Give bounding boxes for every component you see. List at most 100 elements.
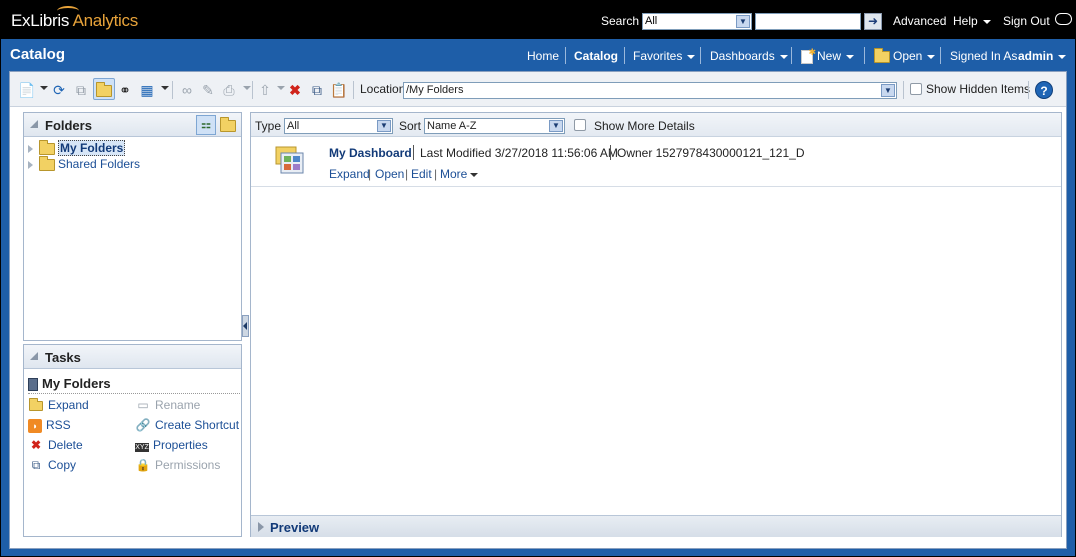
item-last-modified: Last Modified 3/27/2018 11:56:06 AM: [420, 146, 618, 160]
toggle-icon[interactable]: [1055, 13, 1072, 25]
folder-star-icon[interactable]: [220, 116, 236, 132]
task-permissions-label: Permissions: [155, 458, 221, 472]
dashboard-icon[interactable]: [275, 145, 305, 175]
task-properties[interactable]: XYZ Properties: [135, 438, 208, 452]
help-menu[interactable]: Help: [953, 14, 991, 28]
expand-icon[interactable]: [28, 160, 33, 169]
preview-pane-header[interactable]: Preview: [251, 515, 1061, 537]
caret-down-icon: [243, 86, 251, 90]
refresh-icon[interactable]: ⟳: [50, 81, 68, 99]
glasses-icon: ∞: [182, 82, 192, 98]
task-delete[interactable]: ✖ Delete: [28, 438, 83, 452]
sort-select[interactable]: Name A-Z ▼: [424, 118, 565, 134]
preview-title: Preview: [270, 520, 320, 535]
item-more-menu[interactable]: More: [440, 167, 479, 181]
nav-dashboards[interactable]: Dashboards: [710, 49, 788, 63]
task-expand[interactable]: Expand: [28, 397, 89, 412]
collapse-icon[interactable]: [30, 120, 38, 128]
folder-icon: [39, 139, 55, 155]
tree-item-label[interactable]: Shared Folders: [58, 157, 140, 171]
search-input[interactable]: [755, 13, 861, 30]
help-menu-label: Help: [953, 14, 978, 28]
item-divider: [413, 145, 414, 160]
nav-divider: [624, 47, 625, 64]
new-item-icon[interactable]: 📄: [18, 81, 36, 99]
location-value: /My Folders: [406, 84, 464, 96]
nav-catalog[interactable]: Catalog: [574, 49, 618, 63]
sign-out-link[interactable]: Sign Out: [1003, 14, 1050, 28]
catalog-toolbar: 📄 ⟳ ⧉ ⚭ ▦ ∞ ✎ ⎙ ⇧ ✖ ⧉ 📋 Location /My Fol…: [10, 72, 1066, 107]
nav-divider: [940, 47, 941, 64]
tree-item-label[interactable]: My Folders: [58, 140, 126, 156]
tree-item-shared-folders[interactable]: Shared Folders: [28, 155, 140, 171]
action-separator: |: [405, 167, 409, 181]
nav-new[interactable]: ✱ New: [801, 47, 855, 64]
folder-icon: [874, 47, 890, 63]
tree-item-my-folders[interactable]: My Folders: [28, 139, 126, 156]
caret-down-icon: [846, 54, 855, 59]
pane-collapse-handle[interactable]: [242, 315, 249, 337]
task-rss-label: RSS: [46, 418, 71, 432]
sort-label: Sort: [399, 119, 422, 133]
search-binoculars-icon[interactable]: ⚭: [116, 81, 134, 99]
nav-home[interactable]: Home: [527, 49, 559, 63]
location-select[interactable]: /My Folders ▼: [403, 82, 897, 99]
catalog-main: 📄 ⟳ ⧉ ⚭ ▦ ∞ ✎ ⎙ ⇧ ✖ ⧉ 📋 Location /My Fol…: [9, 71, 1067, 549]
nav-divider: [565, 47, 566, 64]
type-value: All: [287, 120, 300, 132]
collapse-icon[interactable]: [30, 352, 38, 360]
chevron-down-icon[interactable]: ▼: [377, 120, 391, 132]
chevron-down-icon[interactable]: ▼: [881, 84, 895, 97]
rename-icon: ▭: [137, 398, 149, 412]
nav-open[interactable]: Open: [874, 47, 936, 63]
caret-down-icon: [982, 19, 991, 24]
show-hidden-checkbox[interactable]: [910, 83, 922, 95]
rss-icon: ◗: [28, 419, 42, 433]
properties-icon: XYZ: [135, 443, 149, 452]
task-rss[interactable]: ◗ RSS: [28, 418, 71, 433]
paste-icon[interactable]: 📋: [330, 81, 348, 99]
search-go-button[interactable]: ➜: [864, 13, 882, 30]
item-expand-link[interactable]: Expand: [329, 167, 370, 181]
task-copy[interactable]: ⧉ Copy: [28, 458, 76, 473]
advanced-link[interactable]: Advanced: [893, 14, 946, 28]
nav-open-label: Open: [893, 49, 923, 63]
item-edit-link[interactable]: Edit: [411, 167, 432, 181]
folders-pane-title: Folders: [45, 118, 92, 133]
item-name-link[interactable]: My Dashboard: [329, 146, 412, 160]
page-header: Catalog Home Catalog Favorites Dashboard…: [1, 39, 1075, 71]
chevron-down-icon[interactable]: ▼: [549, 120, 563, 132]
user-menu[interactable]: admin: [1018, 49, 1067, 63]
caret-down-icon[interactable]: [40, 86, 48, 90]
chevron-down-icon[interactable]: ▼: [736, 15, 750, 28]
type-select[interactable]: All ▼: [284, 118, 393, 134]
show-hidden-label: Show Hidden Items: [926, 82, 1031, 96]
item-open-link[interactable]: Open: [375, 167, 404, 181]
expand-icon[interactable]: [28, 144, 33, 153]
search-scope-select[interactable]: All ▼: [642, 13, 752, 30]
folders-pane-header[interactable]: Folders ⚏: [24, 113, 241, 137]
caret-down-icon[interactable]: [161, 86, 169, 90]
top-bar: ExLibris Analytics Search All ▼ ➜ Advanc…: [1, 1, 1075, 39]
expand-icon[interactable]: [258, 522, 264, 532]
pencil-icon: ✎: [202, 82, 214, 98]
copy-icon[interactable]: ⧉: [308, 81, 326, 99]
view-grid-icon[interactable]: ▦: [138, 81, 156, 99]
nav-favorites[interactable]: Favorites: [633, 49, 696, 63]
help-icon[interactable]: ?: [1035, 81, 1053, 99]
delete-icon[interactable]: ✖: [286, 81, 304, 99]
folder-view-icon[interactable]: [95, 81, 113, 99]
logo-sub: Analytics: [72, 11, 139, 30]
print-icon: ⎙: [223, 82, 235, 98]
more-details-checkbox[interactable]: [574, 119, 586, 131]
task-delete-label: Delete: [48, 438, 83, 452]
nav-divider: [864, 47, 865, 64]
user-name: admin: [1018, 49, 1054, 63]
folder-tree-icon[interactable]: ⚏: [196, 115, 216, 135]
task-create-shortcut-label: Create Shortcut: [155, 418, 240, 432]
search-scope-value: All: [645, 15, 658, 27]
task-create-shortcut[interactable]: 🔗 Create Shortcut: [135, 418, 240, 432]
tasks-pane-header[interactable]: Tasks: [24, 345, 241, 369]
task-permissions: 🔒 Permissions: [135, 458, 221, 472]
folder-icon: [220, 116, 236, 132]
